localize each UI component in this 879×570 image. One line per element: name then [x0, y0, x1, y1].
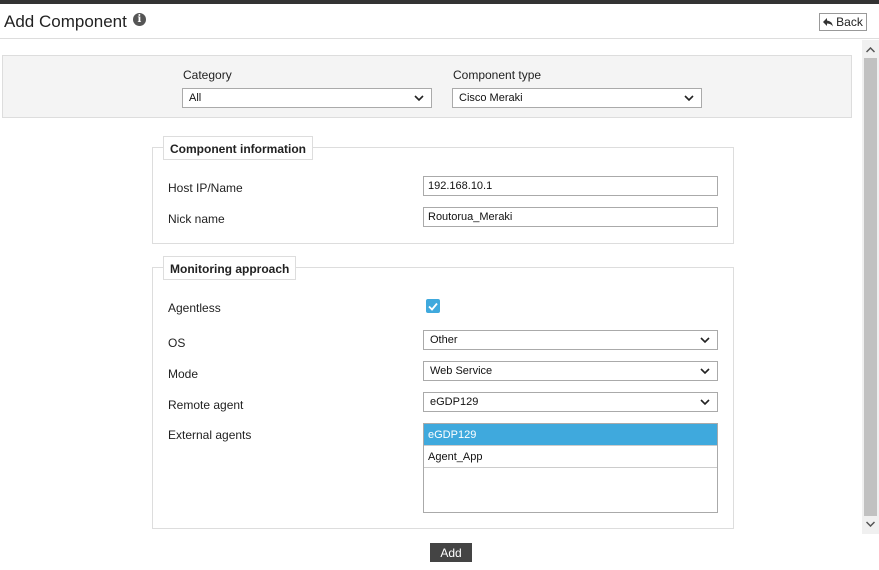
chevron-down-icon — [700, 368, 710, 375]
nick-input-value: Routorua_Meraki — [428, 211, 513, 223]
mode-select[interactable]: Web Service — [423, 361, 718, 381]
monitoring-legend: Monitoring approach — [163, 256, 297, 280]
page-title-text: Add Component — [4, 12, 127, 31]
external-agents-label: External agents — [168, 428, 252, 442]
agentless-checkbox[interactable] — [426, 299, 440, 313]
remote-agent-select[interactable]: eGDP129 — [423, 392, 718, 412]
page-title: Add Component i — [4, 12, 146, 32]
component-type-label: Component type — [453, 68, 542, 82]
scroll-down-icon[interactable] — [862, 516, 879, 532]
back-arrow-icon — [823, 17, 834, 26]
list-item[interactable]: eGDP129 — [424, 424, 717, 446]
mode-label: Mode — [168, 367, 199, 381]
category-select[interactable]: All — [182, 88, 432, 108]
top-bar — [0, 0, 879, 4]
remote-agent-select-value: eGDP129 — [430, 396, 479, 408]
external-agents-listbox[interactable]: eGDP129 Agent_App — [423, 423, 718, 513]
os-select-value: Other — [430, 334, 458, 346]
page-scrollbar[interactable] — [862, 40, 879, 534]
host-label: Host IP/Name — [168, 181, 243, 195]
os-select[interactable]: Other — [423, 330, 718, 350]
filter-panel: Category All Component type Cisco Meraki — [2, 55, 852, 118]
title-divider — [0, 38, 879, 39]
nick-label: Nick name — [168, 212, 225, 226]
chevron-down-icon — [684, 95, 694, 102]
component-type-select[interactable]: Cisco Meraki — [452, 88, 702, 108]
os-label: OS — [168, 336, 186, 350]
nick-input[interactable]: Routorua_Meraki — [423, 207, 718, 227]
scroll-up-icon[interactable] — [862, 42, 879, 58]
mode-select-value: Web Service — [430, 365, 493, 377]
add-button[interactable]: Add — [430, 543, 472, 562]
remote-agent-label: Remote agent — [168, 398, 244, 412]
chevron-down-icon — [700, 399, 710, 406]
component-type-select-value: Cisco Meraki — [459, 92, 523, 104]
checkmark-icon — [428, 302, 438, 311]
chevron-down-icon — [414, 95, 424, 102]
scroll-thumb[interactable] — [864, 58, 877, 516]
info-icon[interactable]: i — [132, 12, 146, 26]
chevron-down-icon — [700, 337, 710, 344]
list-item[interactable]: Agent_App — [424, 446, 717, 468]
category-select-value: All — [189, 92, 202, 104]
back-button[interactable]: Back — [819, 13, 867, 31]
component-info-legend: Component information — [163, 136, 313, 160]
back-button-label: Back — [836, 15, 863, 29]
host-input[interactable]: 192.168.10.1 — [423, 176, 718, 196]
host-input-value: 192.168.10.1 — [428, 180, 493, 192]
category-label: Category — [183, 68, 232, 82]
agentless-label: Agentless — [168, 301, 221, 315]
